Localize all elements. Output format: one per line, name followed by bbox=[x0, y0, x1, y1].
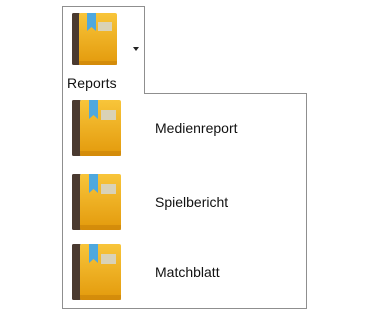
reports-dropdown-screen: Reports Medienreport Spielbericht Matchb… bbox=[0, 0, 369, 316]
menu-item-spielbericht[interactable]: Spielbericht bbox=[63, 170, 306, 234]
book-icon bbox=[71, 98, 123, 158]
reports-button-label: Reports bbox=[67, 75, 117, 91]
menu-item-label: Medienreport bbox=[155, 120, 238, 136]
reports-dropdown-menu: Medienreport Spielbericht Matchblatt bbox=[62, 93, 307, 309]
menu-item-label: Matchblatt bbox=[155, 264, 220, 280]
menu-item-label: Spielbericht bbox=[155, 194, 229, 210]
reports-button[interactable]: Reports bbox=[62, 6, 145, 94]
book-icon bbox=[71, 11, 119, 67]
book-icon bbox=[71, 242, 123, 302]
book-icon bbox=[71, 172, 123, 232]
menu-item-medienreport[interactable]: Medienreport bbox=[63, 96, 306, 160]
menu-item-matchblatt[interactable]: Matchblatt bbox=[63, 240, 306, 304]
chevron-down-icon[interactable] bbox=[133, 47, 139, 51]
